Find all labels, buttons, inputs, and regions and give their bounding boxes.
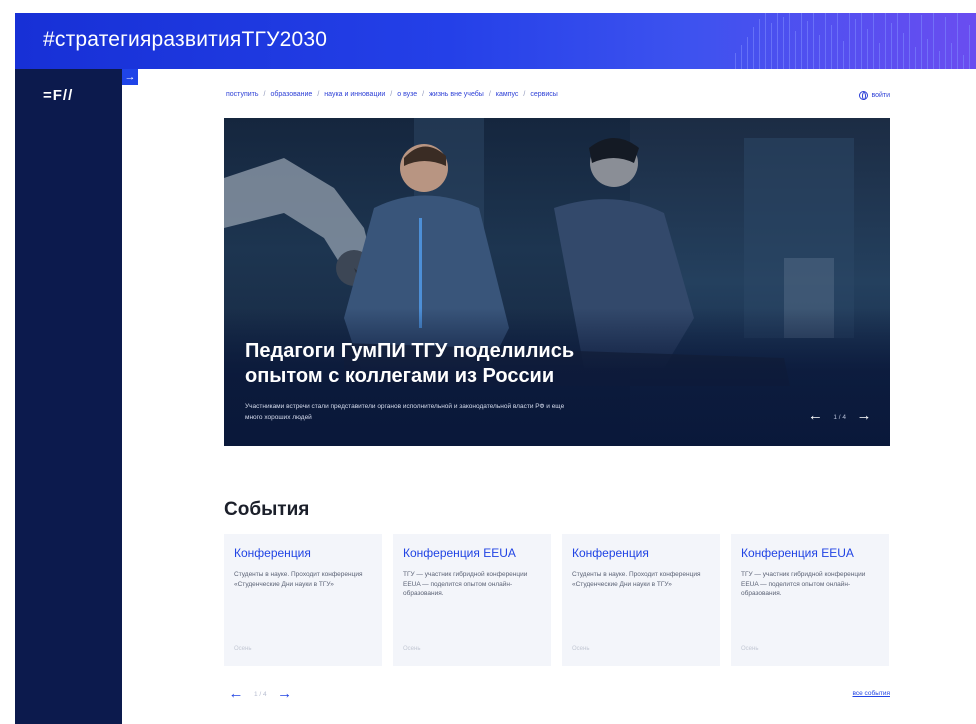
hero-prev-arrow-icon[interactable]: ← (803, 405, 827, 429)
event-card[interactable]: Конференция Студенты в науке. Проходит к… (562, 534, 720, 666)
nav-item-campus[interactable]: кампус (496, 91, 519, 98)
event-card-date: Осень (403, 646, 421, 652)
banner-hashtag: #стратегияразвитияТГУ2030 (43, 28, 328, 51)
nav-item-student-life[interactable]: жизнь вне учебы (429, 91, 484, 98)
event-card-title: Конференция (234, 546, 311, 560)
main-navigation: поступить / образование / наука и иннова… (226, 91, 890, 105)
nav-separator: / (488, 91, 491, 98)
event-card-text: Студенты в науке. Проходит конференция «… (234, 571, 363, 588)
event-card-text: ТГУ — участник гибридной конференции EEU… (741, 571, 866, 597)
hero-slider-controls: ← 1 / 4 → (803, 405, 876, 429)
nav-item-about[interactable]: о вузе (397, 91, 417, 98)
hero-description: Участниками встречи стали представители … (245, 403, 565, 421)
event-card-date: Осень (572, 646, 590, 652)
nav-menu: поступить / образование / наука и иннова… (226, 91, 890, 98)
event-card-text: Студенты в науке. Проходит конференция «… (572, 571, 701, 588)
event-card-text: ТГУ — участник гибридной конференции EEU… (403, 571, 528, 597)
events-heading: События (224, 499, 310, 520)
nav-item-science[interactable]: наука и инновации (324, 91, 385, 98)
sidebar-expand-button[interactable]: → (122, 69, 138, 85)
sidebar: =F// (15, 69, 122, 724)
event-card-title: Конференция (572, 546, 649, 560)
hero-next-arrow-icon[interactable]: → (852, 405, 876, 429)
events-pagination: ← 1 / 4 → (226, 684, 295, 704)
hero-title[interactable]: Педагоги ГумПИ ТГУ поделились опытом с к… (245, 339, 625, 389)
event-card[interactable]: Конференция EEUA ТГУ — участник гибридно… (393, 534, 551, 666)
nav-item-education[interactable]: образование (270, 91, 312, 98)
event-card-title: Конференция EEUA (741, 546, 854, 560)
event-card-title: Конференция EEUA (403, 546, 516, 560)
hero-slider[interactable]: Педагоги ГумПИ ТГУ поделились опытом с к… (224, 118, 890, 446)
nav-separator: / (390, 91, 393, 98)
nav-separator: / (523, 91, 526, 98)
login-link[interactable]: войти (859, 91, 890, 100)
event-card[interactable]: Конференция EEUA ТГУ — участник гибридно… (731, 534, 889, 666)
nav-item-services[interactable]: сервисы (530, 91, 557, 98)
banner-stripes-decoration (735, 13, 970, 69)
globe-icon (859, 91, 869, 100)
nav-item-apply[interactable]: поступить (226, 91, 259, 98)
events-page-counter: 1 / 4 (254, 690, 267, 698)
top-banner: #стратегияразвитияТГУ2030 (15, 13, 976, 69)
events-next-arrow-icon[interactable]: → (275, 684, 295, 704)
nav-separator: / (422, 91, 425, 98)
hero-slide-counter: 1 / 4 (833, 413, 846, 421)
university-logo[interactable]: =F// (43, 87, 73, 104)
event-card-date: Осень (234, 646, 252, 652)
events-list: Конференция Студенты в науке. Проходит к… (224, 534, 890, 666)
event-card-date: Осень (741, 646, 759, 652)
all-events-link[interactable]: все события (852, 690, 890, 697)
events-prev-arrow-icon[interactable]: ← (226, 684, 246, 704)
login-label: войти (871, 92, 890, 99)
event-card[interactable]: Конференция Студенты в науке. Проходит к… (224, 534, 382, 666)
nav-separator: / (263, 91, 266, 98)
nav-separator: / (317, 91, 320, 98)
